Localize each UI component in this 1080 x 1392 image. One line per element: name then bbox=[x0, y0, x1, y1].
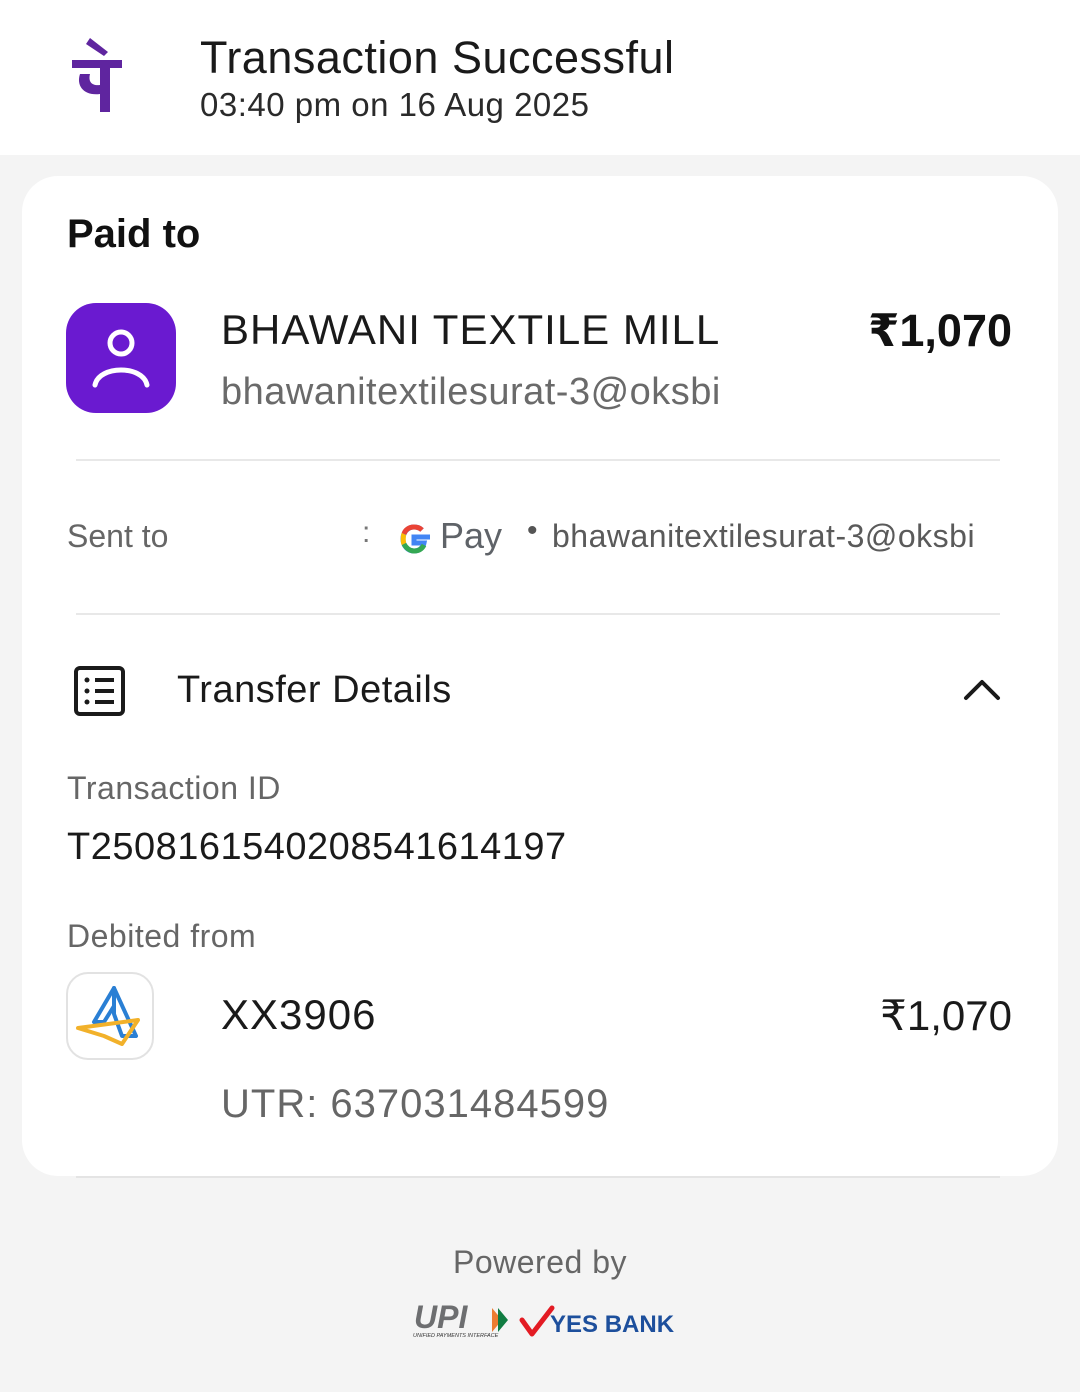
divider bbox=[76, 613, 1000, 615]
gpay-text: Pay bbox=[440, 515, 502, 556]
payee-name: BHAWANI TEXTILE MILL bbox=[221, 306, 721, 353]
paid-to-label: Paid to bbox=[67, 212, 201, 256]
debited-from-label: Debited from bbox=[67, 918, 257, 954]
payee-vpa: bhawanitextilesurat-3@oksbi bbox=[221, 371, 721, 413]
sent-to-vpa: bhawanitextilesurat-3@oksbi bbox=[552, 518, 976, 554]
transfer-details-title[interactable]: Transfer Details bbox=[177, 669, 452, 712]
transaction-id-label: Transaction ID bbox=[67, 770, 281, 806]
google-pay-logo: Pay bbox=[400, 515, 502, 556]
account-number: XX3906 bbox=[221, 991, 377, 1038]
receipt-list-icon bbox=[74, 666, 125, 716]
chevron-up-icon[interactable] bbox=[958, 672, 1006, 708]
utr-number[interactable]: UTR: 637031484599 bbox=[221, 1082, 609, 1127]
page-title: Transaction Successful bbox=[200, 32, 675, 83]
payee-avatar bbox=[66, 303, 176, 413]
sent-to-separator: : bbox=[362, 516, 371, 549]
sent-to-label: Sent to bbox=[67, 518, 169, 554]
paid-amount: ₹1,070 bbox=[868, 305, 1012, 356]
header: Transaction Successful 03:40 pm on 16 Au… bbox=[0, 0, 1080, 155]
bank-logo-icon bbox=[76, 986, 140, 1046]
divider bbox=[76, 459, 1000, 461]
svg-text:UPI: UPI bbox=[414, 1300, 468, 1335]
divider bbox=[76, 1176, 1000, 1178]
upi-logo: UPI UNIFIED PAYMENTS INTERFACE bbox=[413, 1300, 508, 1339]
sbi-bank-logo bbox=[66, 972, 154, 1060]
dot-separator: • bbox=[527, 514, 538, 547]
transaction-timestamp: 03:40 pm on 16 Aug 2025 bbox=[200, 86, 590, 123]
yes-bank-logo: YES BANK bbox=[519, 1305, 675, 1338]
phonepe-logo-icon bbox=[72, 38, 122, 112]
powered-by-label: Powered by bbox=[453, 1244, 627, 1280]
svg-text:YES BANK: YES BANK bbox=[550, 1311, 675, 1338]
user-icon bbox=[92, 329, 150, 388]
transaction-id-value[interactable]: T2508161540208541614197 bbox=[67, 826, 567, 869]
svg-text:UNIFIED PAYMENTS INTERFACE: UNIFIED PAYMENTS INTERFACE bbox=[413, 1333, 499, 1339]
transaction-card: Paid to BHAWANI TEXTILE MILL bhawanitext… bbox=[22, 176, 1058, 1176]
debited-amount: ₹1,070 bbox=[880, 992, 1012, 1039]
